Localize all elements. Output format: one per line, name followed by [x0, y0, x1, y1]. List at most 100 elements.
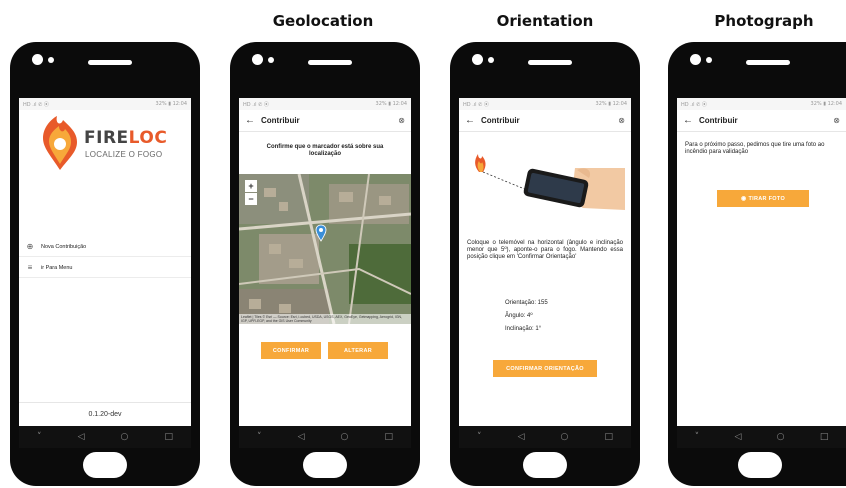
speaker-grille [308, 60, 352, 65]
status-right: 32% ▮ 12:04 [155, 101, 187, 107]
home-button[interactable] [303, 452, 347, 478]
speaker-grille [528, 60, 572, 65]
home-button[interactable] [83, 452, 127, 478]
sensor-icon [706, 57, 712, 63]
status-left: HD .ıl ✆ ⦿ [243, 101, 269, 108]
screen-geolocation: HD .ıl ✆ ⦿ 32% ▮ 12:04 ← Contribuir ⊗ Co… [239, 98, 411, 426]
phone-menu: HD .ıl ✆ ⦿ 32% ▮ 12:04 FIRELOC LOCALIZE … [10, 42, 200, 486]
photo-instructions: Para o próximo passo, pedimos que tire u… [685, 142, 825, 155]
app-version: 0.1.20-dev [19, 402, 191, 426]
phone-orientation: HD .ıl ✆ ⦿ 32% ▮ 12:04 ← Contribuir ⊗ Co… [450, 42, 640, 486]
close-icon[interactable]: ⊗ [398, 116, 405, 125]
android-nav-bar: ˅ ◁ ○ □ [677, 426, 846, 448]
change-location-button[interactable]: ALTERAR [328, 342, 388, 359]
speaker-grille [88, 60, 132, 65]
satellite-map[interactable]: + − Leaflet | Tiles © Esri — Source: Esr… [239, 174, 411, 324]
app-bar-title: Contribuir [261, 116, 300, 125]
nav-back-icon[interactable]: ◁ [78, 432, 85, 442]
nav-down-icon[interactable]: ˅ [695, 432, 700, 442]
app-bar: ← Contribuir ⊗ [239, 110, 411, 132]
phone-photograph: HD .ıl ✆ ⦿ 32% ▮ 12:04 ← Contribuir ⊗ Pa… [668, 42, 846, 486]
camera-icon [472, 54, 483, 65]
location-marker-icon[interactable] [315, 224, 327, 242]
menu-item-label: Nova Contribuição [41, 243, 87, 250]
map-attribution: Leaflet | Tiles © Esri — Source: Esri, i… [239, 314, 411, 324]
home-button[interactable] [523, 452, 567, 478]
sensor-icon [488, 57, 494, 63]
app-bar: ← Contribuir ⊗ [677, 110, 846, 132]
confirm-orientation-button[interactable]: CONFIRMAR ORIENTAÇÃO [493, 360, 597, 377]
zoom-out-button[interactable]: − [245, 193, 257, 205]
nav-back-icon[interactable]: ◁ [298, 432, 305, 442]
orientation-value: Orientação: 155 [505, 300, 548, 306]
status-bar: HD .ıl ✆ ⦿ 32% ▮ 12:04 [677, 98, 846, 110]
nav-home-icon[interactable]: ○ [341, 432, 349, 442]
camera-icon [252, 54, 263, 65]
nav-recent-icon[interactable]: □ [164, 432, 173, 442]
fireloc-logo: FIRELOC LOCALIZE O FOGO [39, 114, 189, 174]
nav-home-icon[interactable]: ○ [121, 432, 129, 442]
angle-value: Ângulo: 4º [505, 313, 533, 319]
back-arrow-icon[interactable]: ← [245, 115, 261, 126]
nav-down-icon[interactable]: ˅ [477, 432, 482, 442]
map-imagery [239, 174, 411, 324]
status-left: HD .ıl ✆ ⦿ [23, 101, 49, 108]
app-bar: ← Contribuir ⊗ [459, 110, 631, 132]
take-photo-label: TIRAR FOTO [748, 195, 786, 202]
nav-recent-icon[interactable]: □ [604, 432, 613, 442]
orientation-instructions: Coloque o telemóvel na horizontal (ângul… [467, 240, 623, 260]
take-photo-button[interactable]: ◉ TIRAR FOTO [717, 190, 809, 207]
nav-recent-icon[interactable]: □ [820, 432, 829, 442]
close-icon[interactable]: ⊗ [833, 116, 840, 125]
menu-item-new-contribution[interactable]: ⊕ Nova Contribuição [19, 237, 191, 257]
nav-down-icon[interactable]: ˅ [37, 432, 42, 442]
android-nav-bar: ˅ ◁ ○ □ [459, 426, 631, 448]
menu-item-go-to-menu[interactable]: ≡ ir Para Menu [19, 258, 191, 278]
camera-icon [32, 54, 43, 65]
android-nav-bar: ˅ ◁ ○ □ [19, 426, 191, 448]
nav-home-icon[interactable]: ○ [561, 432, 569, 442]
screen-orientation: HD .ıl ✆ ⦿ 32% ▮ 12:04 ← Contribuir ⊗ Co… [459, 98, 631, 426]
inclination-value: Inclinação: 1° [505, 326, 542, 332]
menu-item-label: ir Para Menu [41, 264, 73, 271]
status-right: 32% ▮ 12:04 [810, 101, 842, 107]
sensor-icon [48, 57, 54, 63]
brand-tagline: LOCALIZE O FOGO [85, 150, 163, 159]
phone-pointing-illustration [475, 154, 625, 210]
screen-photograph: HD .ıl ✆ ⦿ 32% ▮ 12:04 ← Contribuir ⊗ Pa… [677, 98, 846, 426]
status-bar: HD .ıl ✆ ⦿ 32% ▮ 12:04 [459, 98, 631, 110]
fire-pin-icon [43, 116, 77, 170]
status-bar: HD .ıl ✆ ⦿ 32% ▮ 12:04 [19, 98, 191, 110]
close-icon[interactable]: ⊗ [618, 116, 625, 125]
nav-down-icon[interactable]: ˅ [257, 432, 262, 442]
app-bar-title: Contribuir [481, 116, 520, 125]
home-button[interactable] [738, 452, 782, 478]
app-bar-title: Contribuir [699, 116, 738, 125]
nav-recent-icon[interactable]: □ [384, 432, 393, 442]
phone-geolocation: HD .ıl ✆ ⦿ 32% ▮ 12:04 ← Contribuir ⊗ Co… [230, 42, 420, 486]
sensor-icon [268, 57, 274, 63]
camera-icon: ◉ [740, 196, 747, 202]
screen-menu: HD .ıl ✆ ⦿ 32% ▮ 12:04 FIRELOC LOCALIZE … [19, 98, 191, 426]
add-circle-icon: ⊕ [26, 242, 34, 251]
caption-orientation: Orientation [496, 12, 594, 30]
camera-icon [690, 54, 701, 65]
back-arrow-icon[interactable]: ← [465, 115, 481, 126]
status-right: 32% ▮ 12:04 [375, 101, 407, 107]
zoom-in-button[interactable]: + [245, 180, 257, 192]
menu-list-icon: ≡ [27, 263, 33, 272]
status-left: HD .ıl ✆ ⦿ [681, 101, 707, 108]
brand-name: FIRELOC [84, 128, 168, 148]
status-right: 32% ▮ 12:04 [595, 101, 627, 107]
nav-back-icon[interactable]: ◁ [518, 432, 525, 442]
caption-photograph: Photograph [714, 12, 814, 30]
confirm-location-button[interactable]: CONFIRMAR [261, 342, 321, 359]
status-left: HD .ıl ✆ ⦿ [463, 101, 489, 108]
speaker-grille [746, 60, 790, 65]
back-arrow-icon[interactable]: ← [683, 115, 699, 126]
android-nav-bar: ˅ ◁ ○ □ [239, 426, 411, 448]
location-prompt: Confirme que o marcador está sobre sua l… [266, 144, 384, 157]
nav-back-icon[interactable]: ◁ [734, 432, 741, 442]
nav-home-icon[interactable]: ○ [777, 432, 785, 442]
caption-geolocation: Geolocation [272, 12, 374, 30]
